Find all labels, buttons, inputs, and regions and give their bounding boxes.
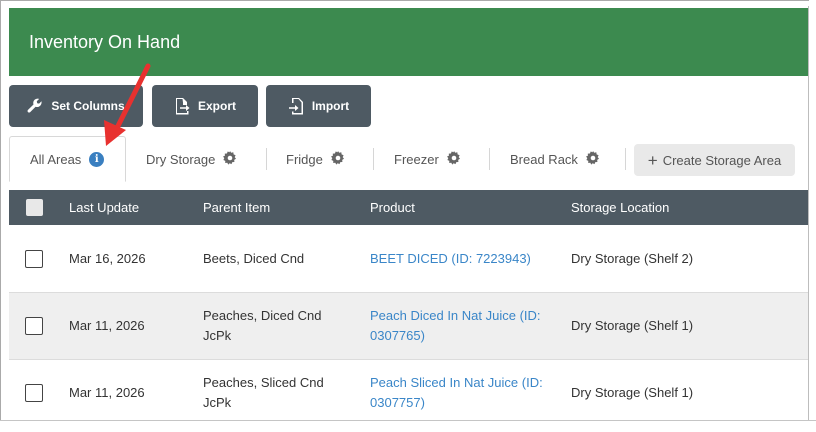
row-checkbox[interactable] [25,250,43,268]
export-label: Export [197,99,236,113]
info-icon[interactable]: i [89,151,105,167]
table-row: Mar 16, 2026 Beets, Diced Cnd BEET DICED… [9,225,809,292]
plus-icon: + [647,150,658,170]
tab-divider [489,148,490,170]
create-storage-area-button[interactable]: + Create Storage Area [634,144,795,176]
parent-item-cell: Peaches, Sliced Cnd [203,375,324,390]
column-header-parent-item[interactable]: Parent Item [203,200,270,215]
import-file-icon [288,97,304,115]
tab-dry-storage[interactable]: Dry Storage [146,136,237,182]
storage-location-cell: Dry Storage (Shelf 1) [571,318,694,333]
page-title: Inventory On Hand [29,32,181,52]
parent-item-cell: Beets, Diced Cnd [203,251,305,266]
tab-divider [625,148,626,170]
frame-left-border [0,0,1,432]
inventory-page: Inventory On Hand Set Columns Export Imp… [0,0,816,432]
parent-item-cell-line2: JcPk [203,395,232,410]
column-header-last-update[interactable]: Last Update [69,200,139,215]
product-link[interactable]: BEET DICED (ID: 7223943) [370,249,531,269]
gear-icon[interactable] [330,150,345,168]
table-row: Mar 11, 2026 Peaches, Sliced Cnd JcPk Pe… [9,360,809,427]
import-label: Import [311,99,350,113]
last-update-cell: Mar 11, 2026 [69,318,145,333]
export-button[interactable]: Export [152,85,258,127]
import-button[interactable]: Import [266,85,371,127]
storage-location-cell: Dry Storage (Shelf 1) [571,385,694,400]
row-checkbox[interactable] [25,317,43,335]
tab-label: Dry Storage [146,151,216,167]
product-link-line2[interactable]: 0307765) [370,326,425,346]
storage-location-cell: Dry Storage (Shelf 2) [571,251,694,266]
parent-item-cell: Peaches, Diced Cnd [203,308,322,323]
tab-label: Freezer [394,151,439,167]
tab-label: Fridge [286,151,323,167]
tab-divider [373,148,374,170]
product-link[interactable]: Peach Diced In Nat Juice (ID: [370,306,541,326]
annotation-arrow-icon [104,63,151,146]
create-storage-area-label: Create Storage Area [662,152,782,168]
gear-icon[interactable] [446,150,461,168]
select-all-checkbox[interactable] [26,199,43,216]
tab-divider [266,148,267,170]
tab-label: All Areas [30,151,82,167]
torn-edge-bottom-margin [0,421,816,432]
gear-icon[interactable] [585,150,600,168]
frame-top-border [0,0,816,1]
gear-icon[interactable] [223,150,237,168]
product-link[interactable]: Peach Sliced In Nat Juice (ID: [370,373,543,393]
tab-label: Bread Rack [510,151,578,167]
column-header-product[interactable]: Product [370,200,415,215]
last-update-cell: Mar 16, 2026 [69,251,146,266]
table-row: Mar 11, 2026 Peaches, Diced Cnd JcPk Pea… [9,293,809,360]
tab-freezer[interactable]: Freezer [394,136,461,182]
export-file-icon [174,97,190,115]
product-link-line2[interactable]: 0307757) [370,393,425,413]
last-update-cell: Mar 11, 2026 [69,385,145,400]
tab-fridge[interactable]: Fridge [286,136,345,182]
row-checkbox[interactable] [25,384,43,402]
column-header-storage-location[interactable]: Storage Location [571,200,669,215]
torn-edge-right-margin [809,0,816,432]
parent-item-cell-line2: JcPk [203,328,232,343]
wrench-icon [27,98,43,114]
inventory-table-header: Last Update Parent Item Product Storage … [9,190,809,225]
tab-bread-rack[interactable]: Bread Rack [510,136,600,182]
